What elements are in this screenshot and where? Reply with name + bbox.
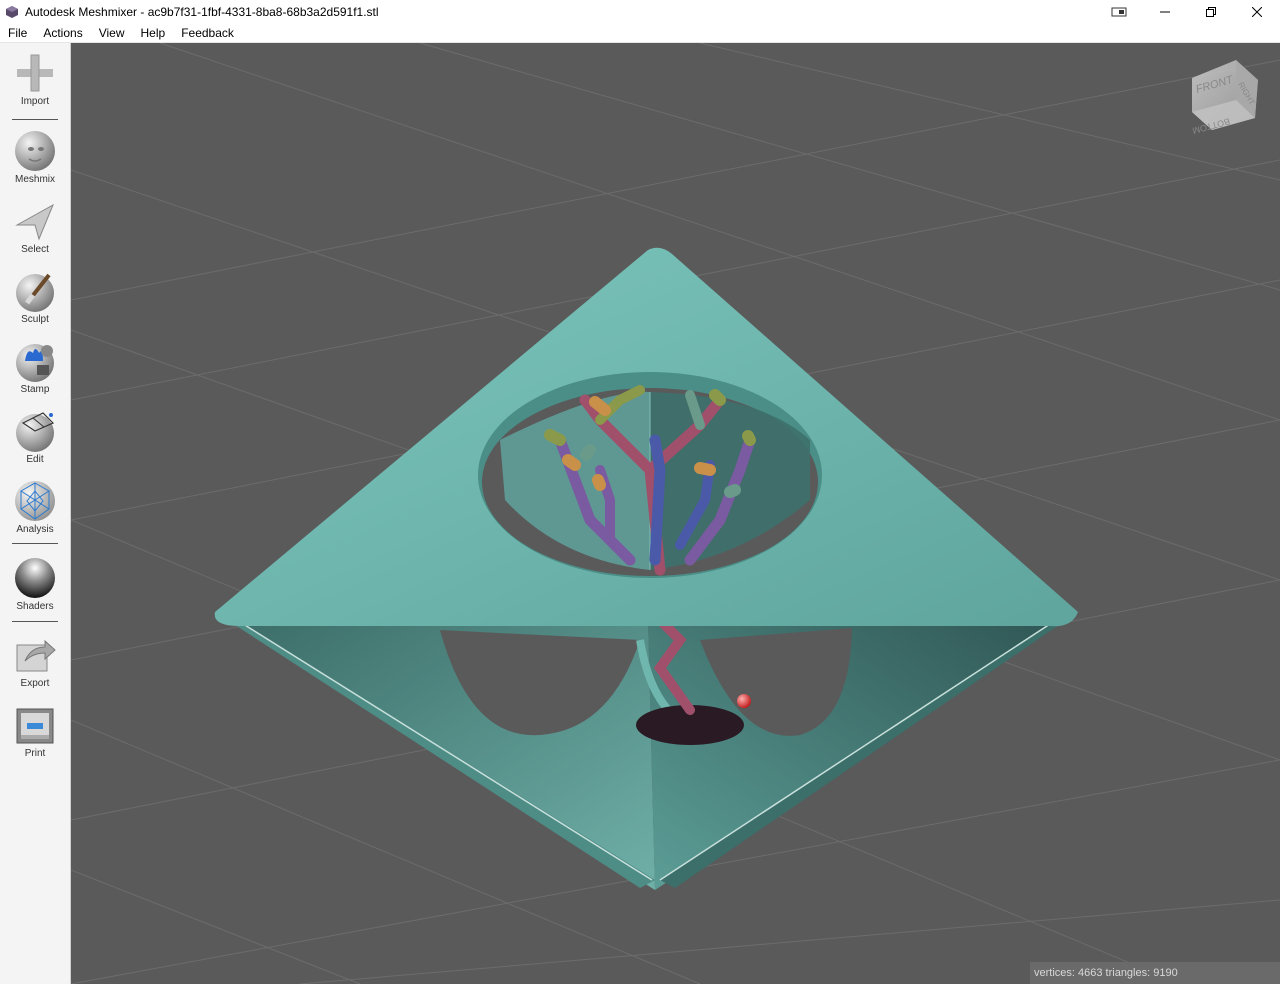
tool-sidebar: Import Meshmix Select Sculpt Stamp Edit … <box>0 43 71 984</box>
stamp-sphere-icon <box>16 344 54 382</box>
toolbar-divider <box>12 621 58 622</box>
meshmixer-logo-icon <box>6 5 18 18</box>
maximize-button[interactable] <box>1188 0 1234 23</box>
shaders-label: Shaders <box>16 601 54 612</box>
stamp-button[interactable]: Stamp <box>0 339 70 395</box>
mesh-sphere-icon <box>16 412 55 452</box>
window-mode-icon <box>1111 7 1127 16</box>
sculpt-label: Sculpt <box>21 314 49 325</box>
import-button[interactable]: Import <box>0 51 70 107</box>
window-title: Autodesk Meshmixer - ac9b7f31-1fbf-4331-… <box>25 4 379 19</box>
edit-button[interactable]: Edit <box>0 409 70 465</box>
edit-label: Edit <box>26 454 44 465</box>
toolbar-divider <box>12 119 58 120</box>
export-arrow-icon <box>16 639 56 672</box>
import-label: Import <box>20 96 50 107</box>
minimize-button[interactable] <box>1142 0 1188 23</box>
menu-actions[interactable]: Actions <box>35 23 90 43</box>
meshmix-label: Meshmix <box>14 174 55 185</box>
plus-icon <box>17 54 53 92</box>
mesh-stats-status: vertices: 4663 triangles: 9190 <box>1030 962 1280 984</box>
stamp-label: Stamp <box>20 384 50 395</box>
print-label: Print <box>24 748 46 759</box>
print-button[interactable]: Print <box>0 703 70 759</box>
3d-viewport[interactable]: FRONT RIGHT BOTTOM <box>71 43 1280 984</box>
close-button[interactable] <box>1234 0 1280 23</box>
meshmix-button[interactable]: Meshmix <box>0 129 70 185</box>
wireframe-sphere-icon <box>15 481 55 521</box>
close-icon <box>1252 6 1262 17</box>
brush-sphere-icon <box>16 273 54 312</box>
minimize-icon <box>1160 11 1170 12</box>
select-label: Select <box>21 244 49 255</box>
menu-file[interactable]: File <box>0 23 35 43</box>
scene-canvas: FRONT RIGHT BOTTOM <box>71 43 1280 984</box>
red-sphere-marker <box>737 694 751 708</box>
restore-down-button[interactable] <box>1096 0 1142 23</box>
toolbar-divider <box>12 543 58 544</box>
view-cube[interactable]: FRONT RIGHT BOTTOM <box>1191 60 1258 136</box>
menu-help[interactable]: Help <box>133 23 174 43</box>
shaders-button[interactable]: Shaders <box>0 556 70 612</box>
analysis-button[interactable]: Analysis <box>0 479 70 535</box>
export-label: Export <box>20 678 50 689</box>
restore-icon <box>1206 6 1216 17</box>
menu-view[interactable]: View <box>91 23 133 43</box>
select-button[interactable]: Select <box>0 199 70 255</box>
arrow-cursor-icon <box>15 203 55 241</box>
mesh-model[interactable] <box>214 247 1078 890</box>
analysis-label: Analysis <box>16 524 54 535</box>
face-sphere-icon <box>15 131 55 171</box>
export-button[interactable]: Export <box>0 633 70 689</box>
menu-feedback[interactable]: Feedback <box>173 23 242 43</box>
printer-icon <box>16 708 54 744</box>
sculpt-button[interactable]: Sculpt <box>0 269 70 325</box>
menu-bar: File Actions View Help Feedback <box>0 23 1280 43</box>
chrome-sphere-icon <box>15 558 55 598</box>
title-bar: Autodesk Meshmixer - ac9b7f31-1fbf-4331-… <box>0 0 1280 23</box>
